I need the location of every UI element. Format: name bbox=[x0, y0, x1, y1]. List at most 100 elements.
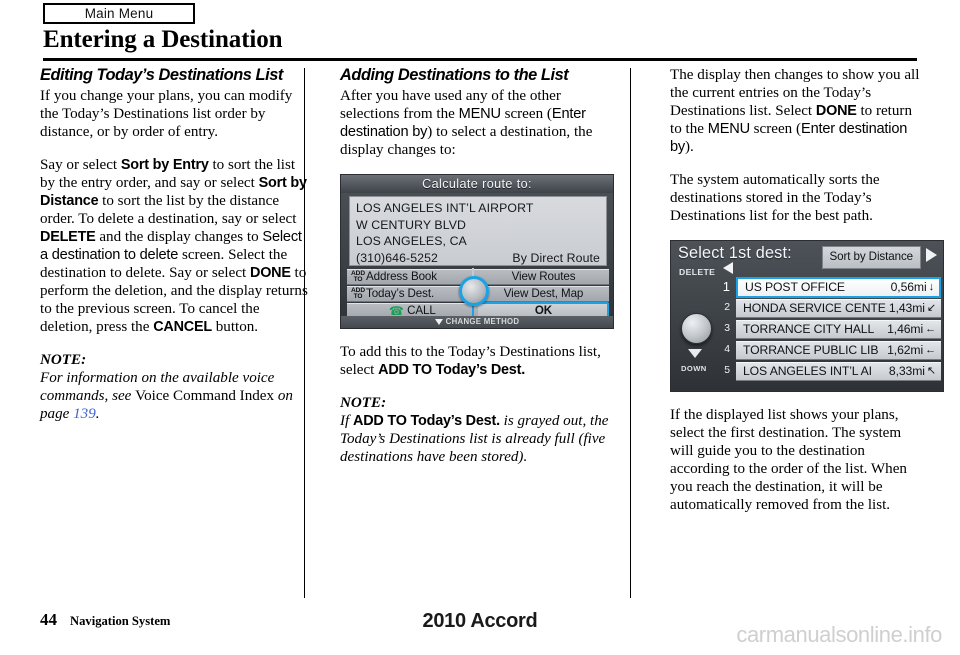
nav1-title-text: Calculate route to: bbox=[422, 177, 532, 191]
list-item-name: HONDA SERVICE CENTE bbox=[743, 301, 886, 315]
middle-note-body: If ADD TO Today’s Dest. is grayed out, t… bbox=[340, 412, 610, 466]
list-item-number: 2 bbox=[724, 302, 730, 313]
nav1-change-method-bar[interactable]: CHANGE METHOD bbox=[341, 316, 613, 328]
nav1-button-add-to-address-book[interactable]: ADD TO Address Book bbox=[347, 269, 478, 285]
middle-note-label: NOTE: bbox=[340, 394, 610, 412]
text-run: Say or select bbox=[40, 157, 121, 173]
list-item-number: 3 bbox=[724, 323, 730, 334]
nav2-sort-by-distance-button[interactable]: Sort by Distance bbox=[821, 246, 921, 269]
ui-label-menu: MENU bbox=[707, 121, 750, 137]
nav2-down-label: DOWN bbox=[681, 364, 707, 373]
nav1-button-view-routes-label: View Routes bbox=[511, 270, 576, 283]
right-paragraph-3: If the displayed list shows your plans, … bbox=[670, 407, 907, 513]
nav1-button-view-routes[interactable]: View Routes bbox=[478, 269, 609, 285]
ui-label-done: DONE bbox=[815, 103, 857, 119]
list-item[interactable]: 5 LOS ANGELES INT’L AI 8,33mi ↖ bbox=[714, 361, 941, 381]
nav1-button-todays-dest-label: Today’s Dest. bbox=[366, 287, 435, 300]
ui-label-menu: MENU bbox=[458, 106, 501, 122]
list-item-distance: 0,56mi bbox=[890, 280, 927, 294]
triangle-right-icon[interactable] bbox=[926, 248, 937, 262]
nav1-title-bar: Calculate route to: bbox=[341, 175, 613, 193]
main-menu-tab[interactable]: Main Menu bbox=[43, 3, 195, 24]
nav2-title-text: Select 1st dest: bbox=[678, 244, 792, 262]
site-watermark: carmanualsonline.info bbox=[736, 622, 942, 647]
ui-label-cancel: CANCEL bbox=[153, 319, 212, 335]
middle-paragraph-1: After you have used any of the other sel… bbox=[340, 87, 610, 159]
nav2-destination-list: 1 US POST OFFICE 0,56mi ↓ 2 HONDA SERVIC… bbox=[714, 276, 941, 382]
triangle-down-icon[interactable] bbox=[688, 349, 702, 358]
nav1-button-view-dest-map-label: View Dest, Map bbox=[503, 287, 584, 300]
column-right: The display then changes to show you all… bbox=[670, 66, 944, 529]
ui-label-done: DONE bbox=[250, 265, 291, 281]
ui-label-add-to-todays-dest: ADD TO Today’s Dest. bbox=[378, 362, 526, 378]
middle-section-heading: Adding Destinations to the List bbox=[340, 66, 569, 84]
list-item-distance: 1,62mi bbox=[887, 343, 924, 357]
direction-arrow-icon: ↓ bbox=[928, 280, 935, 293]
column-middle: Adding Destinations to the List After yo… bbox=[340, 66, 614, 481]
list-item-name: TORRANCE PUBLIC LIB bbox=[743, 343, 879, 357]
left-section-heading: Editing Today’s Destinations List bbox=[40, 66, 283, 84]
left-note-body: For information on the available voice c… bbox=[40, 369, 310, 423]
page-reference-link[interactable]: 139 bbox=[73, 406, 96, 422]
nav2-delete-label: DELETE bbox=[679, 267, 716, 277]
ui-label-sort-by-entry: Sort by Entry bbox=[120, 157, 209, 173]
list-item-number: 4 bbox=[724, 344, 730, 355]
text-run: and the display changes to bbox=[95, 229, 263, 245]
direction-arrow-icon: ↖ bbox=[926, 364, 936, 377]
nav1-dest-street: W CENTURY BLVD bbox=[356, 217, 467, 232]
list-item[interactable]: 3 TORRANCE CITY HALL 1,46mi ← bbox=[714, 319, 941, 339]
text-run: ). bbox=[685, 139, 694, 155]
list-item-distance: 1,46mi bbox=[887, 322, 924, 336]
triangle-left-icon[interactable] bbox=[723, 262, 733, 274]
page-title: Entering a Destination bbox=[43, 26, 283, 53]
list-item-distance: 1,43mi bbox=[888, 301, 925, 315]
list-item-bar: TORRANCE PUBLIC LIB 1,62mi ← bbox=[736, 340, 941, 360]
left-paragraph-1: If you change your plans, you can modify… bbox=[40, 88, 293, 140]
list-item[interactable]: 4 TORRANCE PUBLIC LIB 1,62mi ← bbox=[714, 340, 941, 360]
right-paragraph-1: The display then changes to show you all… bbox=[670, 66, 920, 156]
ui-label-add-to-todays-dest: ADD TO Today’s Dest. bbox=[353, 413, 500, 429]
column-divider-right bbox=[630, 68, 632, 598]
nav1-dest-name: LOS ANGELES INT’L AIRPORT bbox=[356, 201, 534, 215]
text-run: button. bbox=[211, 319, 259, 335]
list-item-bar: HONDA SERVICE CENTE 1,43mi ↙ bbox=[736, 298, 941, 318]
list-item-bar: LOS ANGELES INT’L AI 8,33mi ↖ bbox=[736, 361, 941, 381]
list-item[interactable]: 2 HONDA SERVICE CENTE 1,43mi ↙ bbox=[714, 298, 941, 318]
list-item-number: 1 bbox=[722, 279, 730, 294]
nav1-route-method: By Direct Route bbox=[512, 250, 600, 265]
add-prefix-line2: TO bbox=[353, 293, 363, 300]
text-run: screen ( bbox=[749, 121, 802, 137]
nav1-button-view-dest-map[interactable]: View Dest, Map bbox=[478, 286, 609, 302]
right-paragraph-2: The system automatically sorts the desti… bbox=[670, 172, 880, 224]
list-item-name: TORRANCE CITY HALL bbox=[743, 322, 875, 336]
column-left: Editing Today’s Destinations List If you… bbox=[40, 66, 310, 438]
nav1-destination-info-box: LOS ANGELES INT’L AIRPORT W CENTURY BLVD… bbox=[349, 196, 607, 266]
direction-arrow-icon: ← bbox=[925, 322, 936, 335]
middle-paragraph-2: To add this to the Today’s Destinations … bbox=[340, 343, 610, 379]
triangle-down-icon bbox=[434, 319, 443, 325]
left-note-label: NOTE: bbox=[40, 351, 310, 369]
nav1-dest-city: LOS ANGELES, CA bbox=[356, 234, 467, 249]
list-item-bar: US POST OFFICE 0,56mi ↓ bbox=[736, 276, 941, 298]
list-item-bar: TORRANCE CITY HALL 1,46mi ← bbox=[736, 319, 941, 339]
left-paragraph-2: Say or select Sort by Entry to sort the … bbox=[40, 156, 310, 336]
nav1-button-address-book-label: Address Book bbox=[366, 270, 437, 283]
direction-arrow-icon: ← bbox=[925, 343, 936, 356]
nav2-sort-button-label: Sort by Distance bbox=[829, 250, 914, 263]
note-heading: NOTE: bbox=[40, 352, 87, 368]
text-run: If bbox=[340, 413, 353, 429]
text-run: . bbox=[95, 406, 100, 422]
ui-label-delete: DELETE bbox=[40, 229, 96, 245]
main-menu-tab-label: Main Menu bbox=[84, 6, 154, 21]
nav1-joystick-knob-icon[interactable] bbox=[459, 276, 489, 306]
nav2-joystick-knob-icon[interactable] bbox=[681, 313, 712, 344]
list-item-name: US POST OFFICE bbox=[745, 280, 845, 294]
text-run: screen ( bbox=[500, 106, 552, 122]
list-item[interactable]: 1 US POST OFFICE 0,56mi ↓ bbox=[714, 276, 941, 298]
nav1-change-method-label: CHANGE METHOD bbox=[445, 317, 520, 326]
add-to-prefix-icon: ADD TO bbox=[351, 287, 365, 300]
add-prefix-line2: TO bbox=[353, 276, 363, 283]
title-divider-rule bbox=[43, 58, 917, 61]
cross-reference-title: Voice Command Index bbox=[135, 388, 275, 404]
list-item-distance: 8,33mi bbox=[888, 364, 925, 378]
